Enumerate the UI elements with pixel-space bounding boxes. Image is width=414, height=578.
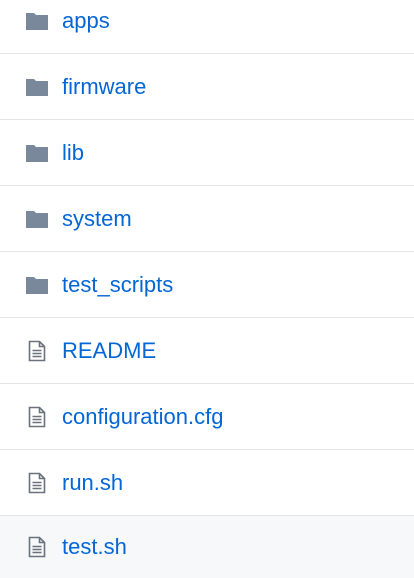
- folder-icon: [22, 204, 52, 234]
- list-item-file[interactable]: test.sh: [0, 516, 414, 578]
- file-icon: [22, 468, 52, 498]
- file-name[interactable]: test.sh: [62, 536, 127, 558]
- list-item-folder[interactable]: lib: [0, 120, 414, 186]
- folder-name[interactable]: lib: [62, 141, 84, 164]
- folder-name[interactable]: apps: [62, 9, 110, 32]
- folder-icon: [22, 6, 52, 36]
- file-list: apps firmware lib system test_scripts RE…: [0, 0, 414, 578]
- list-item-file[interactable]: run.sh: [0, 450, 414, 516]
- folder-icon: [22, 138, 52, 168]
- file-name[interactable]: README: [62, 339, 156, 362]
- folder-name[interactable]: system: [62, 207, 132, 230]
- list-item-folder[interactable]: firmware: [0, 54, 414, 120]
- list-item-folder[interactable]: apps: [0, 0, 414, 54]
- file-name[interactable]: configuration.cfg: [62, 405, 223, 428]
- file-icon: [22, 532, 52, 562]
- folder-name[interactable]: firmware: [62, 75, 146, 98]
- file-name[interactable]: run.sh: [62, 471, 123, 494]
- file-icon: [22, 402, 52, 432]
- file-icon: [22, 336, 52, 366]
- list-item-folder[interactable]: test_scripts: [0, 252, 414, 318]
- folder-icon: [22, 270, 52, 300]
- list-item-folder[interactable]: system: [0, 186, 414, 252]
- folder-icon: [22, 72, 52, 102]
- folder-name[interactable]: test_scripts: [62, 273, 173, 296]
- list-item-file[interactable]: README: [0, 318, 414, 384]
- list-item-file[interactable]: configuration.cfg: [0, 384, 414, 450]
